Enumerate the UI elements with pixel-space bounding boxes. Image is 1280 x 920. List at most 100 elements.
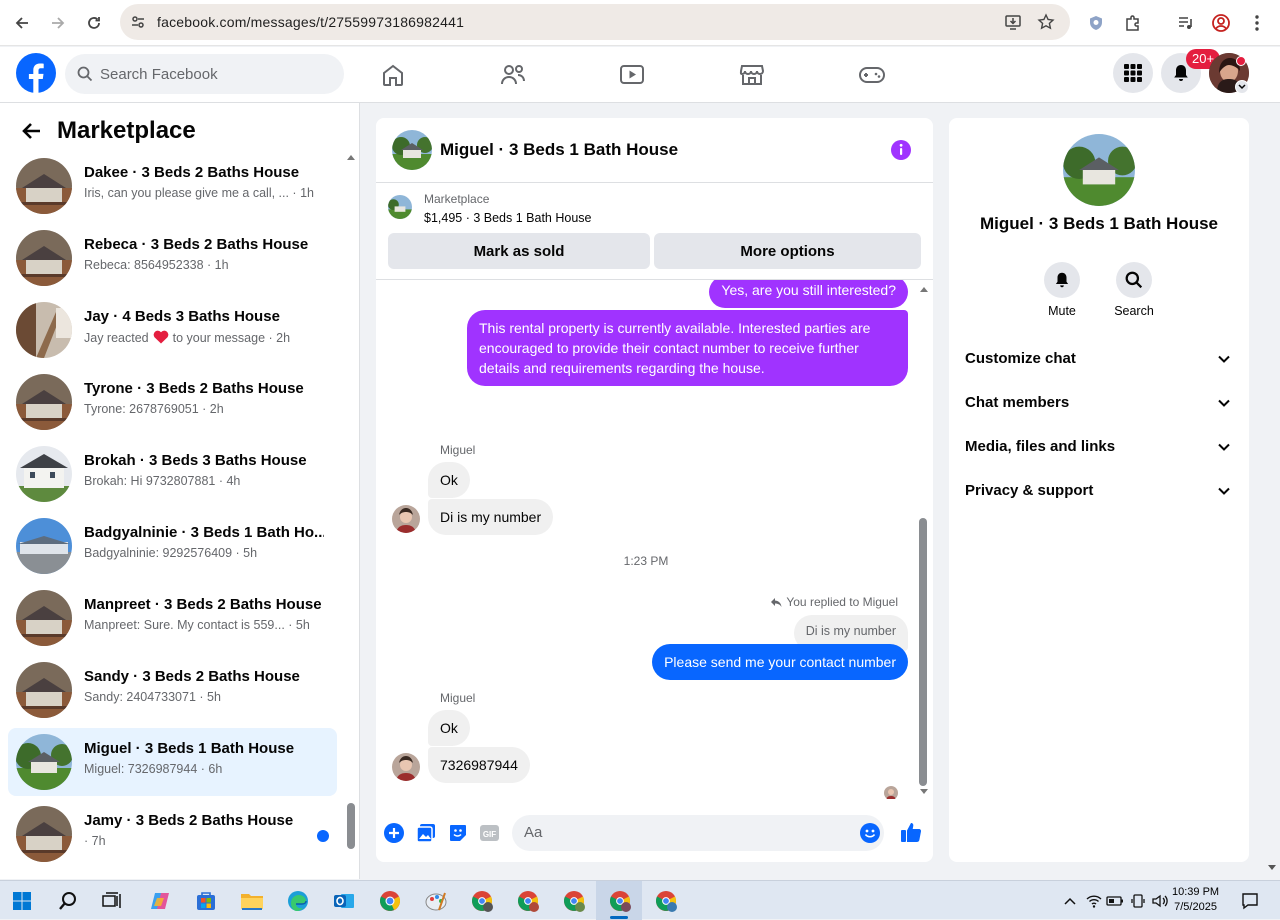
shield-extension-icon[interactable] — [1082, 9, 1110, 37]
address-bar[interactable]: facebook.com/messages/t/2755997318698244… — [120, 4, 1070, 40]
conversation-avatar — [16, 806, 72, 862]
windows-start-icon[interactable] — [8, 887, 36, 915]
outlook-icon[interactable] — [330, 887, 358, 915]
more-options-button[interactable]: More options — [654, 233, 921, 269]
conversation-item[interactable]: Manpreet · 3 Beds 2 Baths House Manpreet:… — [8, 584, 337, 652]
gaming-icon[interactable] — [855, 59, 889, 91]
message-bubble-sent[interactable]: Yes, are you still interested? — [709, 280, 908, 308]
marketplace-icon[interactable] — [735, 59, 769, 91]
message-input[interactable]: Aa — [512, 815, 884, 851]
install-app-icon[interactable] — [1004, 13, 1022, 31]
gif-icon[interactable]: GIF — [479, 823, 500, 843]
bookmark-star-icon[interactable] — [1037, 13, 1055, 31]
message-bubble-sent[interactable]: Please send me your contact number — [652, 644, 908, 680]
more-menu-icon[interactable] — [1243, 9, 1271, 37]
page-scroll-down-arrow-icon[interactable] — [1267, 864, 1277, 872]
chrome-profile-icon[interactable] — [514, 887, 542, 915]
forward-icon[interactable] — [44, 9, 72, 37]
conversation-item[interactable]: Badgyalninie · 3 Beds 1 Bath Ho... Badgya… — [8, 512, 337, 580]
video-icon[interactable] — [615, 59, 649, 91]
profile-icon[interactable] — [1207, 9, 1235, 37]
conversation-preview: · 7h — [84, 834, 106, 848]
taskbar-search-icon[interactable] — [54, 887, 82, 915]
thumbs-up-icon[interactable] — [900, 821, 922, 843]
chrome-icon[interactable] — [376, 887, 404, 915]
conversation-item[interactable]: Sandy · 3 Beds 2 Baths House Sandy: 24047… — [8, 656, 337, 724]
conversation-name: Brokah · 3 Beds 3 Baths House — [84, 452, 307, 469]
volume-icon[interactable] — [1146, 887, 1174, 915]
customize-chat-section[interactable]: Customize chat — [965, 350, 1233, 394]
conversation-avatar — [16, 446, 72, 502]
back-arrow-icon[interactable] — [22, 121, 42, 141]
copilot-icon[interactable] — [146, 887, 174, 915]
search-placeholder: Search Facebook — [100, 66, 218, 83]
chrome-profile-icon[interactable] — [606, 887, 634, 915]
file-explorer-icon[interactable] — [238, 887, 266, 915]
microsoft-store-icon[interactable] — [192, 887, 220, 915]
reload-icon[interactable] — [80, 9, 108, 37]
chat-members-section[interactable]: Chat members — [965, 394, 1233, 438]
conversation-item[interactable]: Dakee · 3 Beds 2 Baths House Iris, can yo… — [8, 152, 337, 220]
windows-taskbar: 10:39 PM 7/5/2025 — [0, 880, 1280, 920]
site-info-icon[interactable] — [130, 14, 146, 30]
chevron-down-icon — [1218, 399, 1230, 407]
message-bubble-sent[interactable]: This rental property is currently availa… — [467, 310, 908, 386]
system-clock[interactable]: 10:39 PM 7/5/2025 — [1172, 885, 1219, 915]
chevron-down-icon — [1218, 443, 1230, 451]
conversation-item[interactable]: Rebeca · 3 Beds 2 Baths House Rebeca: 856… — [8, 224, 337, 292]
task-view-icon[interactable] — [98, 887, 126, 915]
conversation-item[interactable]: Miguel · 3 Beds 1 Bath House Miguel: 7326… — [8, 728, 337, 796]
search-facebook-input[interactable]: Search Facebook — [65, 54, 344, 94]
chat-avatar[interactable] — [392, 130, 432, 170]
plus-actions-icon[interactable] — [384, 823, 404, 843]
conversation-item[interactable]: Jay · 4 Beds 3 Baths House Jay reacted to … — [8, 296, 337, 364]
chrome-profile-icon[interactable] — [468, 887, 496, 915]
scroll-up-arrow-icon[interactable] — [346, 153, 356, 161]
sticker-icon[interactable] — [448, 823, 468, 843]
scroll-up-arrow-icon[interactable] — [919, 285, 929, 293]
conversation-name: Jamy · 3 Beds 2 Baths House — [84, 812, 294, 829]
chat-title[interactable]: Miguel · 3 Beds 1 Bath House — [440, 140, 678, 160]
conversation-name: Sandy · 3 Beds 2 Baths House — [84, 668, 300, 685]
conversation-item[interactable]: Tyrone · 3 Beds 2 Baths House Tyrone: 267… — [8, 368, 337, 436]
friends-icon[interactable] — [496, 59, 530, 91]
conversation-preview: Rebeca: 8564952338 · 1h — [84, 258, 229, 272]
media-control-icon[interactable] — [1171, 9, 1199, 37]
profile-photo[interactable] — [1063, 134, 1135, 206]
attach-photo-icon[interactable] — [416, 823, 436, 843]
menu-grid-button[interactable] — [1113, 53, 1153, 93]
paint-app-icon[interactable] — [422, 887, 450, 915]
grid-menu-icon — [1124, 64, 1142, 82]
sender-avatar[interactable] — [392, 753, 420, 781]
media-files-links-section[interactable]: Media, files and links — [965, 438, 1233, 482]
sender-avatar[interactable] — [392, 505, 420, 533]
conversation-item[interactable]: Brokah · 3 Beds 3 Baths House Brokah: Hi … — [8, 440, 337, 508]
extensions-puzzle-icon[interactable] — [1119, 9, 1147, 37]
search-in-conversation-button[interactable]: Search — [1104, 262, 1164, 318]
listing-price[interactable]: $1,495 · 3 Beds 1 Bath House — [424, 211, 591, 225]
info-icon[interactable] — [890, 139, 912, 161]
chrome-profile-icon[interactable] — [652, 887, 680, 915]
conversation-name: Miguel · 3 Beds 1 Bath House — [84, 740, 295, 757]
scrollbar-thumb[interactable] — [347, 803, 355, 849]
message-bubble-received[interactable]: Di is my number — [428, 499, 554, 535]
edge-browser-icon[interactable] — [284, 887, 312, 915]
notification-center-icon[interactable] — [1236, 887, 1264, 915]
scroll-down-arrow-icon[interactable] — [919, 788, 929, 796]
mark-as-sold-button[interactable]: Mark as sold — [388, 233, 650, 269]
message-bubble-received[interactable]: Ok — [428, 462, 470, 498]
back-icon[interactable] — [8, 9, 36, 37]
chrome-profile-icon[interactable] — [560, 887, 588, 915]
conversation-preview: Badgyalninie: 9292576409 · 5h — [84, 546, 258, 560]
privacy-support-section[interactable]: Privacy & support — [965, 482, 1233, 526]
home-icon[interactable] — [376, 59, 410, 91]
mute-button[interactable]: Mute — [1032, 262, 1092, 318]
emoji-icon[interactable] — [860, 823, 880, 843]
conversation-item[interactable]: Jamy · 3 Beds 2 Baths House · 7h — [8, 800, 337, 868]
chevron-down-icon[interactable] — [1235, 80, 1249, 94]
facebook-logo-icon[interactable] — [16, 53, 56, 93]
listing-thumbnail[interactable] — [388, 195, 412, 219]
message-bubble-received[interactable]: 7326987944 — [428, 747, 530, 783]
message-bubble-received[interactable]: Ok — [428, 710, 470, 746]
thread-scrollbar-thumb[interactable] — [919, 518, 927, 786]
